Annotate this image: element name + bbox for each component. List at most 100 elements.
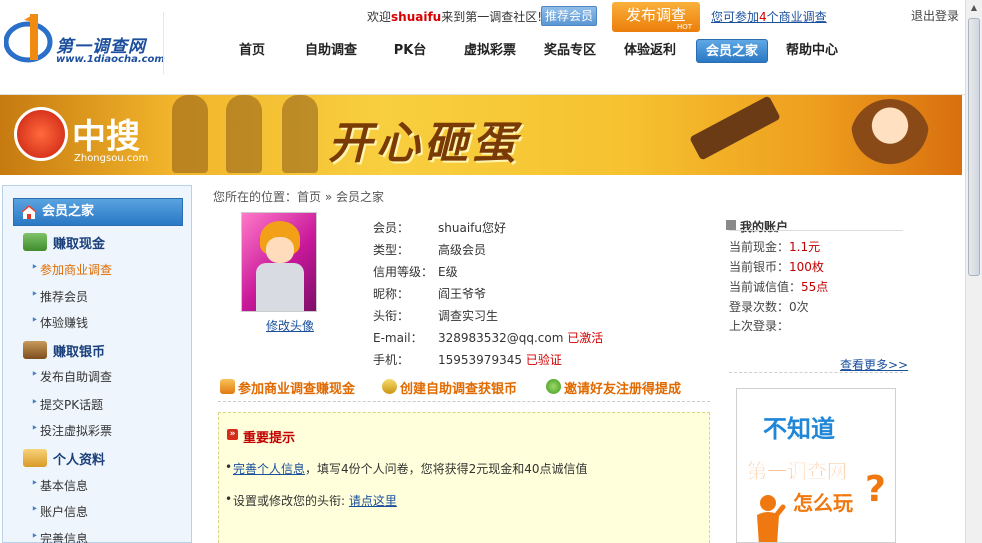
quick-actions: 参加商业调查赚现金 创建自助调查获银币 邀请好友注册得提成 — [218, 378, 710, 402]
nav-experience-rebate[interactable]: 体验返利 — [615, 39, 685, 63]
sidebar-header[interactable]: 会员之家 — [13, 198, 183, 226]
account-credit-value: 55点 — [801, 280, 829, 294]
nav-home[interactable]: 首页 — [223, 39, 281, 63]
sidebar-item-lottery-bet[interactable]: 投注虚拟彩票 — [31, 421, 112, 439]
account-login-count-value: 0次 — [789, 300, 809, 314]
banner-brand-en: Zhongsou.com — [74, 153, 149, 164]
account-login-count-label: 登录次数： — [729, 300, 790, 314]
banner-slogan: 开心砸蛋 — [328, 118, 520, 169]
phone-status-badge: 已验证 — [525, 353, 562, 367]
welcome-message: 欢迎shuaifu来到第一调查社区! — [367, 8, 542, 25]
join-business-survey-label: 参加商业调查赚现金 — [238, 382, 356, 397]
scroll-up-arrow-icon[interactable]: ▲ — [966, 0, 982, 16]
site-logo[interactable]: 第一调查网 www.1diaocha.com — [4, 10, 165, 66]
hammer-icon — [689, 95, 781, 161]
logout-link[interactable]: 退出登录 — [911, 7, 959, 24]
banner-brand-cn: 中搜 — [72, 117, 140, 157]
nav-virtual-lottery[interactable]: 虚拟彩票 — [455, 39, 525, 63]
member-value: shuaifu您好 — [438, 221, 506, 235]
breadcrumb: 您所在的位置：首页 » 会员之家 — [213, 188, 384, 205]
sidebar-item-pk-topic[interactable]: 提交PK话题 — [31, 395, 103, 413]
alert-icon: » — [227, 429, 238, 440]
sidebar-section-cash-title: 赚取现金 — [53, 237, 106, 252]
important-notice-box: » 重要提示 完善个人信息，填写4份个人问卷，您将获得2元现金和40点诚信值 设… — [218, 412, 710, 543]
email-address: 328983532@qq.com — [438, 331, 564, 345]
account-last-login-label: 上次登录： — [729, 319, 790, 333]
ad-line3: 怎么玩 — [793, 491, 853, 515]
banner-character-1 — [172, 95, 208, 173]
account-bottom-divider — [729, 372, 903, 373]
sidebar-item-basic-info[interactable]: 基本信息 — [31, 476, 88, 494]
account-silver-value: 100枚 — [789, 260, 824, 274]
zhongsou-dragon-icon — [14, 107, 68, 161]
business-suffix: 个商业调查 — [766, 10, 827, 24]
how-to-play-ad[interactable]: 不知道 第一调查网 怎么玩 ? — [736, 388, 896, 543]
promo-banner[interactable]: 中搜 Zhongsou.com 开心砸蛋 — [0, 95, 962, 175]
notice-line2-text: 设置或修改您的头衔: — [233, 494, 349, 508]
ad-line2: 第一调查网 — [747, 459, 847, 483]
sidebar-item-business-survey[interactable]: 参加商业调查 — [31, 260, 112, 278]
sidebar-title: 会员之家 — [42, 204, 95, 219]
create-self-survey-label: 创建自助调查获银币 — [400, 382, 518, 397]
join-business-survey-action[interactable]: 参加商业调查赚现金 — [220, 378, 355, 397]
phone-number: 15953979345 — [438, 353, 522, 367]
nickname-value: 阎王爷爷 — [438, 287, 487, 301]
header-divider — [163, 12, 164, 74]
sidebar-section-silver-title: 赚取银币 — [53, 345, 106, 360]
type-label: 类型： — [373, 243, 410, 257]
view-more-link[interactable]: 查看更多>> — [840, 356, 908, 373]
home-icon — [21, 205, 37, 219]
set-title-link[interactable]: 请点这里 — [349, 494, 397, 508]
avatar-body — [256, 263, 304, 311]
business-survey-link[interactable]: 您可参加4个商业调查 — [711, 8, 827, 25]
create-self-survey-action[interactable]: 创建自助调查获银币 — [382, 378, 517, 397]
nav-prize-zone[interactable]: 奖品专区 — [535, 39, 605, 63]
type-value: 高级会员 — [438, 243, 487, 257]
breadcrumb-separator: » — [324, 190, 333, 204]
avatar — [241, 212, 317, 312]
ad-question-mark: ? — [865, 469, 886, 510]
credit-level-label: 信用等级： — [373, 265, 434, 279]
member-sidebar: 会员之家 赚取现金 参加商业调查 推荐会员 体验赚钱 赚取银币 发布自助调查 提… — [2, 185, 192, 543]
invite-friends-action[interactable]: 邀请好友注册得提成 — [546, 378, 681, 397]
welcome-prefix: 欢迎 — [367, 10, 392, 24]
refresh-arrows-icon — [546, 379, 561, 394]
notice-title-text: 重要提示 — [243, 431, 296, 446]
phone-value: 15953979345 已验证 — [438, 351, 562, 368]
account-divider — [729, 230, 903, 231]
nav-pk[interactable]: PK台 — [383, 39, 437, 63]
cash-icon — [23, 233, 47, 251]
edit-avatar-link[interactable]: 修改头像 — [266, 317, 314, 334]
phone-label: 手机： — [373, 353, 410, 367]
banner-character-girl — [850, 99, 930, 175]
account-cash-row: 当前现金：1.1元 — [729, 238, 903, 255]
sidebar-item-experience-earn[interactable]: 体验赚钱 — [31, 313, 88, 331]
zhongsou-logo: 中搜 Zhongsou.com — [14, 105, 164, 167]
sidebar-item-account-info[interactable]: 账户信息 — [31, 502, 88, 520]
nav-self-survey[interactable]: 自助调查 — [297, 39, 365, 63]
complete-info-link[interactable]: 完善个人信息 — [233, 462, 305, 476]
nav-member-home[interactable]: 会员之家 — [696, 39, 768, 63]
welcome-suffix: 来到第一调查社区! — [441, 10, 543, 24]
sidebar-section-profile: 个人资料 — [23, 449, 105, 468]
recommend-member-button[interactable]: 推荐会员 — [541, 6, 597, 26]
sidebar-item-complete-info[interactable]: 完善信息 — [31, 529, 88, 543]
sidebar-section-cash: 赚取现金 — [23, 233, 105, 252]
account-silver-row: 当前银币：100枚 — [729, 258, 903, 275]
nav-help-center[interactable]: 帮助中心 — [778, 39, 846, 63]
title-value: 调查实习生 — [438, 309, 499, 323]
page-scrollbar[interactable]: ▲ — [965, 0, 982, 543]
ad-line1: 不知道 — [763, 415, 835, 443]
scroll-thumb[interactable] — [968, 18, 980, 276]
email-status-badge: 已激活 — [567, 331, 604, 345]
publish-survey-button[interactable]: 发布调查 HOT — [612, 2, 700, 32]
business-prefix: 您可参加 — [711, 10, 760, 24]
sidebar-section-profile-title: 个人资料 — [53, 453, 106, 468]
welcome-username: shuaifu — [391, 10, 442, 24]
sidebar-item-recommend-member[interactable]: 推荐会员 — [31, 287, 88, 305]
account-last-login-row: 上次登录： — [729, 317, 903, 334]
member-label: 会员： — [373, 221, 410, 235]
account-cash-label: 当前现金： — [729, 240, 790, 254]
breadcrumb-home[interactable]: 首页 — [297, 190, 321, 204]
sidebar-item-publish-survey[interactable]: 发布自助调查 — [31, 367, 112, 385]
